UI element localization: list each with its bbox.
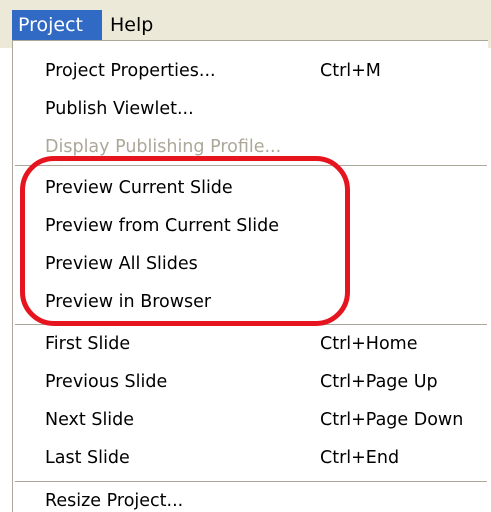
menu-item-label: Next Slide (45, 410, 135, 430)
menu-item-preview-current-slide[interactable]: Preview Current Slide (13, 169, 488, 207)
menu-item-preview-all-slides[interactable]: Preview All Slides (13, 245, 488, 283)
menu-item-first-slide[interactable]: First Slide Ctrl+Home (13, 325, 488, 363)
menu-item-preview-in-browser[interactable]: Preview in Browser (13, 283, 488, 321)
menu-item-shortcut: Ctrl+Home (320, 334, 418, 354)
menu-item-label: Previous Slide (45, 372, 168, 392)
menu-item-shortcut: Ctrl+Page Up (320, 372, 438, 392)
menu-item-label: Preview in Browser (45, 292, 212, 312)
menu-item-next-slide[interactable]: Next Slide Ctrl+Page Down (13, 401, 488, 439)
menu-item-label: Project Properties... (45, 61, 216, 81)
menu-item-shortcut: Ctrl+End (320, 448, 400, 468)
menu-help[interactable]: Help (104, 10, 164, 40)
menu-item-publish-viewlet[interactable]: Publish Viewlet... (13, 90, 488, 128)
menu-item-project-properties[interactable]: Project Properties... Ctrl+M (13, 52, 488, 90)
project-menu-dropdown: Project Properties... Ctrl+M Publish Vie… (12, 40, 488, 512)
menu-item-last-slide[interactable]: Last Slide Ctrl+End (13, 439, 488, 477)
menu-item-shortcut: Ctrl+Page Down (320, 410, 464, 430)
menu-item-label: First Slide (45, 334, 131, 354)
menu-item-label: Preview All Slides (45, 254, 198, 274)
menu-separator (15, 165, 487, 167)
menu-item-label: Last Slide (45, 448, 130, 468)
menu-item-shortcut: Ctrl+M (320, 61, 381, 81)
menu-item-previous-slide[interactable]: Previous Slide Ctrl+Page Up (13, 363, 488, 401)
menu-item-label: Resize Project... (45, 491, 184, 511)
menu-item-label: Preview from Current Slide (45, 216, 279, 236)
menu-item-label: Display Publishing Profile... (45, 137, 282, 157)
menu-item-label: Publish Viewlet... (45, 99, 194, 119)
menu-item-label: Preview Current Slide (45, 178, 233, 198)
menu-project[interactable]: Project (12, 10, 102, 40)
screen: Project Help Project Properties... Ctrl+… (0, 0, 491, 512)
menu-item-resize-project[interactable]: Resize Project... (13, 482, 488, 512)
menu-item-display-publishing-profile: Display Publishing Profile... (13, 128, 488, 166)
menu-item-preview-from-current-slide[interactable]: Preview from Current Slide (13, 207, 488, 245)
